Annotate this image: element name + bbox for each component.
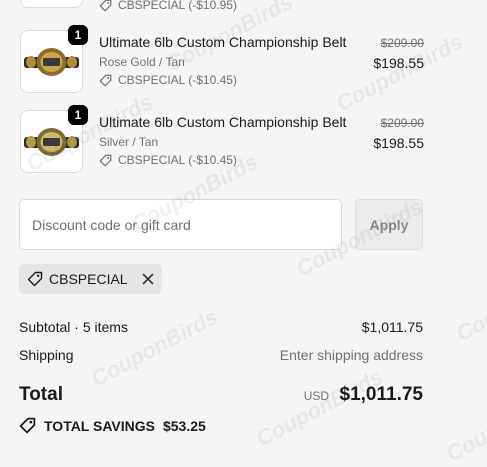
previous-item-partial: CBSPECIAL (-$10.95) <box>20 0 424 12</box>
shipping-value: Enter shipping address <box>279 347 423 363</box>
watermark: CouponBirds <box>452 258 487 347</box>
total-savings: TOTAL SAVINGS $53.25 <box>19 417 206 434</box>
savings-label: TOTAL SAVINGS <box>44 417 155 434</box>
close-icon[interactable] <box>142 273 154 285</box>
item-price: $198.55 <box>373 135 424 151</box>
tag-icon <box>99 0 112 11</box>
applied-code-label: CBSPECIAL <box>49 271 128 287</box>
apply-button[interactable]: Apply <box>355 199 423 250</box>
item-price: $198.55 <box>373 55 424 71</box>
original-price: $209.00 <box>380 116 424 130</box>
tag-icon <box>99 74 112 86</box>
cart-item: 1 Ultimate 6lb Custom Championship Belt … <box>20 25 424 94</box>
total-row: Total USD $1,011.75 <box>19 384 423 406</box>
original-price: $209.00 <box>380 36 424 50</box>
item-variant: Silver / Tan <box>99 135 159 149</box>
savings-value: $53.25 <box>162 417 206 434</box>
applied-discount-chip: CBSPECIAL <box>19 264 162 294</box>
product-thumbnail: 1 <box>20 105 88 173</box>
item-discount: CBSPECIAL (-$10.45) <box>99 73 237 87</box>
watermark: CouponBirds <box>252 363 387 452</box>
item-discount: CBSPECIAL (-$10.95) <box>99 0 237 12</box>
tag-icon <box>27 271 43 287</box>
item-discount-label: CBSPECIAL (-$10.45) <box>118 73 237 87</box>
discount-code-input[interactable] <box>19 199 342 250</box>
savings-tag-icon <box>19 417 36 434</box>
item-discount: CBSPECIAL (-$10.45) <box>99 153 237 167</box>
quantity-badge: 1 <box>68 25 88 45</box>
shipping-row: Shipping Enter shipping address <box>19 347 423 363</box>
belt-image <box>24 128 79 156</box>
product-thumbnail <box>20 0 83 8</box>
item-title: Ultimate 6lb Custom Championship Belt <box>99 114 347 130</box>
quantity-badge: 1 <box>68 105 88 125</box>
currency-code: USD <box>303 389 330 403</box>
item-discount-label: CBSPECIAL (-$10.95) <box>118 0 237 12</box>
product-thumbnail: 1 <box>20 25 88 93</box>
tag-icon <box>99 154 112 166</box>
total-amount: $1,011.75 <box>339 384 423 405</box>
item-title: Ultimate 6lb Custom Championship Belt <box>99 34 347 50</box>
shipping-label: Shipping <box>19 347 74 363</box>
belt-image <box>24 48 79 76</box>
subtotal-row: Subtotal · 5 items $1,011.75 <box>19 319 423 335</box>
total-label: Total <box>19 384 63 405</box>
subtotal-label: Subtotal · 5 items <box>19 319 128 335</box>
item-discount-label: CBSPECIAL (-$10.45) <box>118 153 237 167</box>
cart-item: 1 Ultimate 6lb Custom Championship Belt … <box>20 105 424 174</box>
item-variant: Rose Gold / Tan <box>99 55 185 69</box>
subtotal-value: $1,011.75 <box>361 319 423 335</box>
watermark: CouponBirds <box>442 378 487 467</box>
